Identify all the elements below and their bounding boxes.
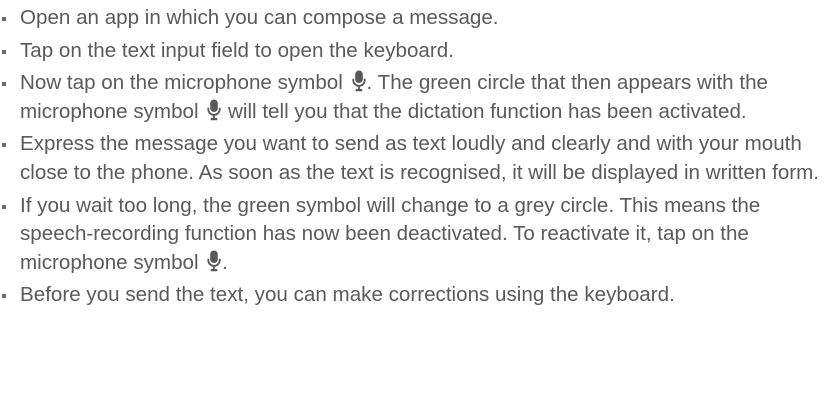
instruction-list: Open an app in which you can compose a m…	[0, 0, 838, 310]
bullet-marker	[2, 204, 6, 209]
bullet-marker	[2, 143, 6, 148]
step-text: Now tap on the microphone symbol	[20, 71, 343, 95]
step-text: Before you send the text, you can make c…	[20, 283, 675, 307]
microphone-icon	[207, 99, 221, 121]
step-text: If you wait too long, the green symbol w…	[20, 193, 761, 274]
step-corrections: Before you send the text, you can make c…	[0, 281, 838, 310]
bullet-marker	[2, 82, 6, 87]
bullet-marker	[2, 49, 6, 54]
step-text: Open an app in which you can compose a m…	[20, 6, 499, 29]
bullet-marker	[2, 17, 6, 21]
step-text: Tap on the text input field to open the …	[20, 38, 454, 62]
step-speak-message: Express the message you want to send as …	[0, 130, 838, 187]
step-open-app: Open an app in which you can compose a m…	[0, 4, 838, 33]
step-tap-microphone: Now tap on the microphone symbol . The g…	[0, 69, 838, 126]
microphone-icon	[207, 250, 221, 272]
step-reactivate: If you wait too long, the green symbol w…	[0, 192, 838, 278]
step-text: .	[222, 250, 229, 274]
step-text: Express the message you want to send as …	[20, 132, 820, 184]
bullet-marker	[2, 294, 6, 299]
microphone-icon	[351, 70, 366, 92]
step-text: will tell you that the dictation functio…	[222, 99, 747, 123]
step-tap-input-field: Tap on the text input field to open the …	[0, 37, 838, 66]
